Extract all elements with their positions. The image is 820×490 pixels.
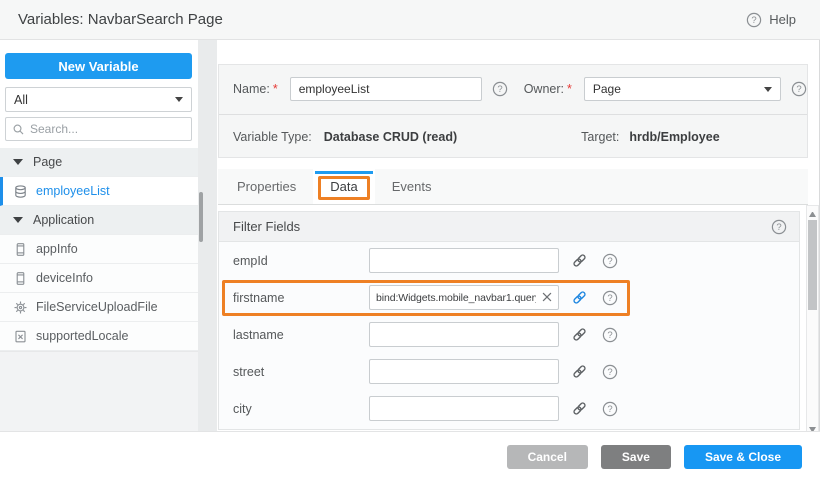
page-title: Variables: NavbarSearch Page — [18, 11, 223, 28]
tree-group-application[interactable]: Application — [0, 206, 198, 235]
tab-properties[interactable]: Properties — [220, 169, 313, 204]
tree-item-label: supportedLocale — [36, 329, 128, 343]
street-input[interactable] — [369, 359, 559, 384]
variable-name-input[interactable] — [290, 77, 482, 101]
filter-fields-help-icon[interactable] — [771, 219, 787, 235]
dialog-footer: Cancel Save Save & Close — [0, 431, 820, 490]
tree-item-label: FileServiceUploadFile — [36, 300, 158, 314]
clear-binding-icon[interactable] — [540, 290, 554, 304]
save-button[interactable]: Save — [601, 445, 671, 469]
field-help-icon[interactable] — [602, 364, 618, 380]
field-label: lastname — [233, 328, 369, 342]
search-icon — [12, 123, 25, 136]
tree-item-label: appInfo — [36, 242, 78, 256]
sidebar-scrollbar[interactable] — [199, 192, 203, 242]
tree-item-fileserviceuploadfile[interactable]: FileServiceUploadFile — [0, 293, 198, 322]
device-icon — [13, 242, 28, 257]
field-label: street — [233, 365, 369, 379]
filter-row-city: city — [219, 390, 799, 427]
content-scrollbar[interactable] — [806, 205, 819, 439]
detail-tabs: Properties Data Events — [218, 169, 808, 205]
tab-label: Events — [392, 179, 432, 194]
variable-filter-select[interactable]: All — [5, 87, 192, 112]
bind-link-icon[interactable] — [572, 364, 587, 379]
filter-row-street: street — [219, 353, 799, 390]
owner-label: Owner: — [524, 82, 564, 96]
tree-item-label: employeeList — [36, 184, 110, 198]
owner-value: Page — [593, 82, 621, 96]
document-icon — [13, 329, 28, 344]
tree-group-label: Page — [33, 155, 62, 169]
bind-link-icon[interactable] — [572, 327, 587, 342]
search-box — [5, 117, 192, 141]
bind-link-icon[interactable] — [572, 401, 587, 416]
chevron-down-icon — [175, 97, 183, 102]
name-help-icon[interactable] — [492, 81, 508, 97]
target-label: Target: — [581, 130, 619, 144]
tree-item-supportedlocale[interactable]: supportedLocale — [0, 322, 198, 351]
tree-item-employeelist[interactable]: employeeList — [0, 177, 198, 206]
help-button[interactable]: Help — [746, 12, 796, 28]
variable-type-label: Variable Type: — [233, 130, 312, 144]
tree-item-label: deviceInfo — [36, 271, 93, 285]
scroll-up-icon[interactable] — [809, 212, 816, 217]
variable-filter-value: All — [14, 93, 28, 107]
field-help-icon[interactable] — [602, 290, 618, 306]
owner-select[interactable]: Page — [584, 77, 781, 101]
variables-tree: Page employeeList Application appInfo de… — [0, 148, 198, 351]
empid-input[interactable] — [369, 248, 559, 273]
cancel-button[interactable]: Cancel — [507, 445, 588, 469]
tab-events[interactable]: Events — [375, 169, 449, 204]
required-marker: * — [567, 82, 572, 96]
search-input[interactable] — [30, 122, 180, 136]
filter-fields-panel: Filter Fields empId firstname — [218, 211, 800, 430]
target-value: hrdb/Employee — [629, 130, 719, 144]
gear-icon — [13, 300, 28, 315]
filter-row-lastname: lastname — [219, 316, 799, 353]
collapse-triangle-icon — [13, 159, 23, 165]
name-label: Name: — [233, 82, 270, 96]
variable-type-value: Database CRUD (read) — [324, 130, 457, 144]
chevron-down-icon — [764, 87, 772, 92]
tab-data[interactable]: Data — [313, 169, 374, 204]
bind-link-icon[interactable] — [572, 253, 587, 268]
bind-link-icon[interactable] — [572, 290, 587, 305]
help-label: Help — [769, 12, 796, 27]
tree-group-page[interactable]: Page — [0, 148, 198, 177]
device-icon — [13, 271, 28, 286]
tab-label: Data — [330, 179, 357, 194]
firstname-input[interactable] — [369, 285, 559, 310]
sidebar-empty-area — [0, 351, 198, 431]
filter-row-empid: empId — [219, 242, 799, 279]
variable-details-panel: Name: * Owner: * Page Variable Type: Dat… — [218, 64, 808, 158]
tab-label: Properties — [237, 179, 296, 194]
database-icon — [13, 184, 28, 199]
filter-fields-header: Filter Fields — [219, 212, 799, 242]
field-help-icon[interactable] — [602, 253, 618, 269]
filter-fields-title: Filter Fields — [233, 219, 300, 234]
lastname-input[interactable] — [369, 322, 559, 347]
field-help-icon[interactable] — [602, 401, 618, 417]
active-tab-indicator — [315, 171, 372, 174]
field-label: firstname — [233, 291, 369, 305]
variables-dialog: Variables: NavbarSearch Page Help New Va… — [0, 0, 820, 490]
save-and-close-button[interactable]: Save & Close — [684, 445, 802, 469]
owner-help-icon[interactable] — [791, 81, 807, 97]
help-question-icon — [746, 12, 762, 28]
required-marker: * — [273, 82, 278, 96]
city-input[interactable] — [369, 396, 559, 421]
field-label: city — [233, 402, 369, 416]
field-help-icon[interactable] — [602, 327, 618, 343]
variables-sidebar: New Variable All Page employeeList Appli… — [0, 40, 198, 431]
scrollbar-thumb[interactable] — [808, 220, 817, 310]
new-variable-button[interactable]: New Variable — [5, 53, 192, 79]
tree-group-label: Application — [33, 213, 94, 227]
dialog-header: Variables: NavbarSearch Page Help — [0, 0, 820, 40]
panel-divider — [219, 114, 807, 115]
collapse-triangle-icon — [13, 217, 23, 223]
tree-item-deviceinfo[interactable]: deviceInfo — [0, 264, 198, 293]
filter-row-firstname: firstname — [219, 279, 799, 316]
field-label: empId — [233, 254, 369, 268]
tree-item-appinfo[interactable]: appInfo — [0, 235, 198, 264]
